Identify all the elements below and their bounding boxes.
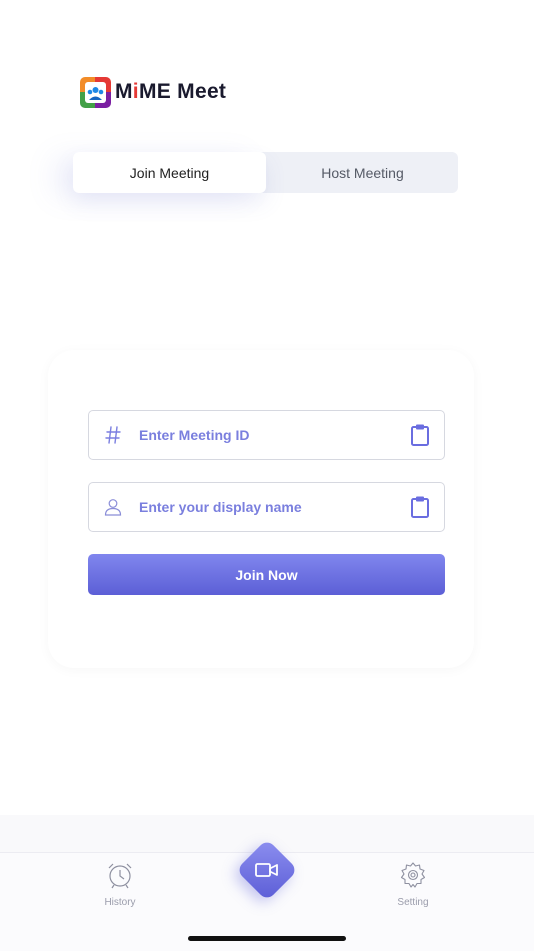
meeting-id-input[interactable] (137, 426, 396, 444)
tab-setting[interactable]: Setting (373, 861, 453, 908)
gear-icon (399, 861, 427, 894)
tab-join-meeting[interactable]: Join Meeting (73, 152, 266, 193)
meeting-mode-switch: Join Meeting Host Meeting (73, 152, 458, 193)
tab-history[interactable]: History (80, 861, 160, 908)
display-name-input[interactable] (137, 498, 396, 516)
hash-icon (89, 425, 137, 445)
clipboard-icon[interactable] (396, 423, 444, 447)
home-indicator (188, 936, 346, 941)
app-logo: MiME Meet (80, 76, 226, 108)
tab-host-meeting[interactable]: Host Meeting (266, 152, 459, 193)
join-now-button[interactable]: Join Now (88, 554, 445, 595)
user-icon (89, 498, 137, 516)
clipboard-icon[interactable] (396, 495, 444, 519)
app-name: MiME Meet (115, 80, 227, 103)
meeting-id-field[interactable] (88, 410, 445, 460)
logo-mark-icon (80, 76, 111, 108)
alarm-clock-icon (106, 861, 134, 894)
display-name-field[interactable] (88, 482, 445, 532)
tab-history-label: History (104, 897, 136, 908)
tab-setting-label: Setting (397, 897, 429, 908)
